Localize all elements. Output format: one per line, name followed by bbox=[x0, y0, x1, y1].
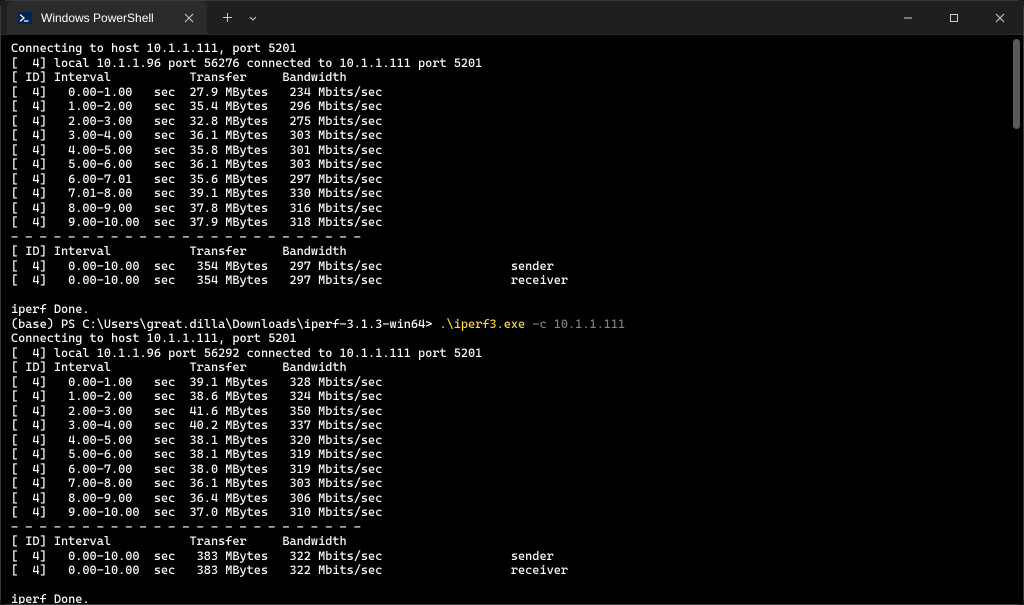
tab-close-button[interactable] bbox=[181, 10, 197, 26]
line: [ 4] 9.00-10.00 sec 37.9 MBytes 318 Mbit… bbox=[11, 215, 382, 229]
scrollbar-thumb[interactable] bbox=[1013, 39, 1020, 129]
line: [ ID] Interval Transfer Bandwidth bbox=[11, 244, 347, 258]
line: [ 4] 8.00-9.00 sec 36.4 MBytes 306 Mbits… bbox=[11, 491, 382, 505]
terminal-output: Connecting to host 10.1.1.111, port 5201… bbox=[11, 41, 1013, 604]
line: [ 4] 0.00-1.00 sec 39.1 MBytes 328 Mbits… bbox=[11, 375, 382, 389]
separator: - - - - - - - - - - - - - - - - - - - - … bbox=[11, 520, 361, 534]
line: [ 4] 7.00-8.00 sec 36.1 MBytes 303 Mbits… bbox=[11, 476, 382, 490]
tab-title: Windows PowerShell bbox=[41, 11, 173, 25]
line: [ 4] 0.00-10.00 sec 354 MBytes 297 Mbits… bbox=[11, 273, 568, 287]
line: [ ID] Interval Transfer Bandwidth bbox=[11, 534, 347, 548]
separator: - - - - - - - - - - - - - - - - - - - - … bbox=[11, 230, 361, 244]
line: [ 4] 1.00-2.00 sec 35.4 MBytes 296 Mbits… bbox=[11, 99, 382, 113]
line: [ 4] 2.00-3.00 sec 41.6 MBytes 350 Mbits… bbox=[11, 404, 382, 418]
line: iperf Done. bbox=[11, 302, 90, 316]
tab-powershell[interactable]: Windows PowerShell bbox=[7, 1, 207, 35]
line: [ 4] 2.00-3.00 sec 32.8 MBytes 275 Mbits… bbox=[11, 114, 382, 128]
line: [ ID] Interval Transfer Bandwidth bbox=[11, 70, 347, 84]
line: [ 4] 8.00-9.00 sec 37.8 MBytes 316 Mbits… bbox=[11, 201, 382, 215]
line: [ 4] 0.00-1.00 sec 27.9 MBytes 234 Mbits… bbox=[11, 85, 382, 99]
maximize-button[interactable] bbox=[931, 1, 977, 35]
window-controls bbox=[885, 1, 1023, 35]
titlebar: Windows PowerShell bbox=[1, 1, 1023, 35]
line: [ 4] 7.01-8.00 sec 39.1 MBytes 330 Mbits… bbox=[11, 186, 382, 200]
line: [ 4] 1.00-2.00 sec 38.6 MBytes 324 Mbits… bbox=[11, 389, 382, 403]
line: [ 4] 5.00-6.00 sec 36.1 MBytes 303 Mbits… bbox=[11, 157, 382, 171]
line: [ 4] 4.00-5.00 sec 35.8 MBytes 301 Mbits… bbox=[11, 143, 382, 157]
line: [ 4] 9.00-10.00 sec 37.0 MBytes 310 Mbit… bbox=[11, 505, 382, 519]
line: [ 4] 6.00-7.00 sec 38.0 MBytes 319 Mbits… bbox=[11, 462, 382, 476]
prompt-base: (base) bbox=[11, 317, 61, 331]
cmd-args: -c 10.1.1.111 bbox=[525, 317, 625, 331]
line: [ 4] local 10.1.1.96 port 56292 connecte… bbox=[11, 346, 482, 360]
powershell-icon bbox=[17, 10, 33, 26]
line: [ 4] 3.00-4.00 sec 40.2 MBytes 337 Mbits… bbox=[11, 418, 382, 432]
line: [ 4] 0.00-10.00 sec 383 MBytes 322 Mbits… bbox=[11, 549, 554, 563]
line: [ ID] Interval Transfer Bandwidth bbox=[11, 360, 347, 374]
line: [ 4] 4.00-5.00 sec 38.1 MBytes 320 Mbits… bbox=[11, 433, 382, 447]
tab-dropdown-button[interactable] bbox=[241, 4, 265, 32]
prompt-path: PS C:\Users\great.dilla\Downloads\iperf-… bbox=[61, 317, 439, 331]
line: [ 4] 0.00-10.00 sec 354 MBytes 297 Mbits… bbox=[11, 259, 554, 273]
line: Connecting to host 10.1.1.111, port 5201 bbox=[11, 331, 297, 345]
line: [ 4] local 10.1.1.96 port 56276 connecte… bbox=[11, 56, 482, 70]
terminal-viewport[interactable]: Connecting to host 10.1.1.111, port 5201… bbox=[1, 35, 1023, 604]
line: [ 4] 0.00-10.00 sec 383 MBytes 322 Mbits… bbox=[11, 563, 568, 577]
line: [ 4] 3.00-4.00 sec 36.1 MBytes 303 Mbits… bbox=[11, 128, 382, 142]
close-button[interactable] bbox=[977, 1, 1023, 35]
prompt-line: (base) PS C:\Users\great.dilla\Downloads… bbox=[11, 317, 625, 331]
new-tab-button[interactable] bbox=[213, 4, 241, 32]
line: iperf Done. bbox=[11, 592, 90, 604]
line: [ 4] 5.00-6.00 sec 38.1 MBytes 319 Mbits… bbox=[11, 447, 382, 461]
cmd-exec: .\iperf3.exe bbox=[439, 317, 525, 331]
minimize-button[interactable] bbox=[885, 1, 931, 35]
line: [ 4] 6.00-7.01 sec 35.6 MBytes 297 Mbits… bbox=[11, 172, 382, 186]
line: Connecting to host 10.1.1.111, port 5201 bbox=[11, 41, 297, 55]
